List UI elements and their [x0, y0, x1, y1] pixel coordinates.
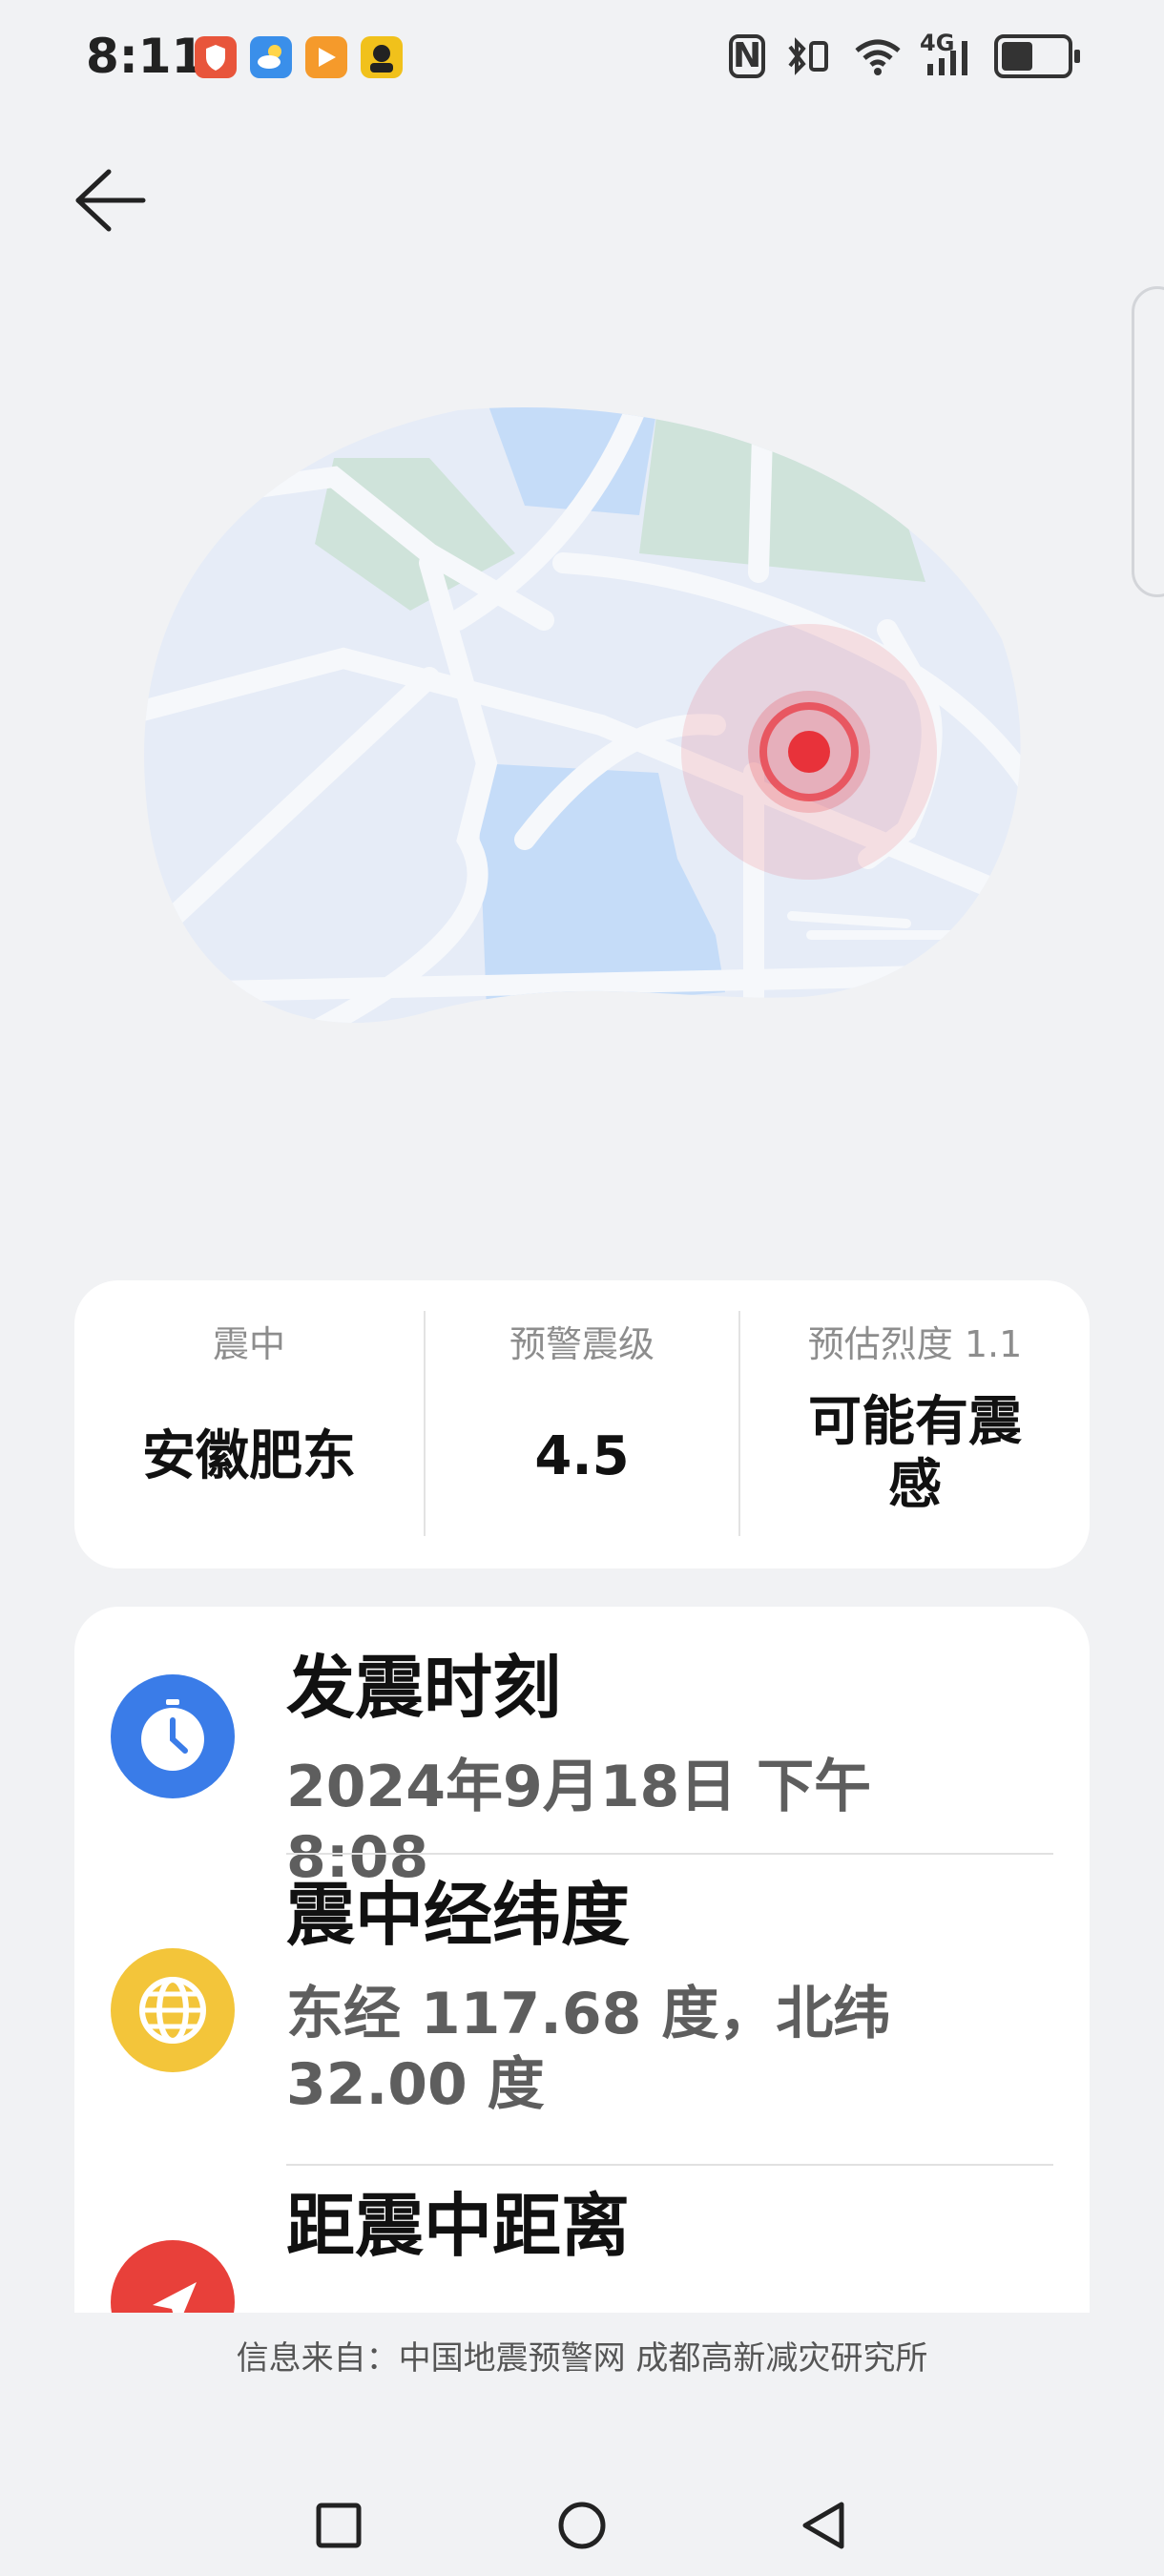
side-panel-handle[interactable]: [1132, 286, 1164, 597]
row-divider: [286, 2164, 1053, 2166]
triangle-back-icon: [802, 2502, 844, 2549]
navigation-bar: [0, 2452, 1164, 2576]
detail-title: 震中经纬度: [286, 1875, 631, 1955]
status-time: 8:11: [86, 29, 205, 84]
epicenter-column: 震中 安徽肥东: [74, 1280, 424, 1568]
back-button[interactable]: [71, 162, 156, 239]
intensity-value: 可能有震感: [808, 1391, 1022, 1516]
home-button[interactable]: [549, 2492, 615, 2559]
shield-app-icon: [195, 36, 237, 78]
nfc-icon: N: [729, 34, 765, 78]
signal-icon: 4G: [920, 30, 977, 77]
detail-value: 东经 117.68 度，北纬 32.00 度: [286, 1981, 891, 2118]
row-divider: [286, 1853, 1053, 1855]
intensity-label: 预估烈度 1.1: [807, 1323, 1023, 1365]
epicenter-value: 安徽肥东: [142, 1425, 356, 1487]
back-arrow-icon: [75, 169, 146, 232]
square-icon: [316, 2503, 362, 2548]
clock-icon: [111, 1674, 235, 1798]
magnitude-label: 预警震级: [509, 1323, 655, 1365]
epicenter-map: [143, 401, 1021, 1049]
status-bar: 8:11 N 4G: [0, 0, 1164, 114]
source-text: 信息来自：中国地震预警网 成都高新减灾研究所: [236, 2339, 928, 2378]
magnitude-column: 预警震级 4.5: [426, 1280, 738, 1568]
navigation-arrow-icon: [111, 2240, 235, 2313]
wifi-icon: [855, 39, 901, 75]
system-icons: N 4G: [729, 30, 1080, 80]
weather-app-icon: [250, 36, 292, 78]
summary-card: 震中 安徽肥东 预警震级 4.5 预估烈度 1.1 可能有震感: [74, 1280, 1090, 1568]
epicenter-label: 震中: [212, 1323, 285, 1365]
back-nav-button[interactable]: [792, 2492, 859, 2559]
avatar-app-icon: [361, 36, 403, 78]
magnitude-value: 4.5: [534, 1425, 630, 1487]
detail-card: 发震时刻 2024年9月18日 下午8:08 震中经纬度 东经 117.68 度…: [74, 1607, 1090, 2313]
globe-icon: [111, 1948, 235, 2072]
circle-icon: [558, 2502, 606, 2549]
intensity-column: 预估烈度 1.1 可能有震感: [740, 1280, 1090, 1568]
recents-button[interactable]: [305, 2492, 372, 2559]
battery-icon: [994, 34, 1080, 78]
detail-title: 发震时刻: [286, 1648, 562, 1728]
detail-title: 距震中距离: [286, 2186, 631, 2266]
video-app-icon: [305, 36, 347, 78]
bluetooth-vibrate-icon: [788, 37, 828, 75]
